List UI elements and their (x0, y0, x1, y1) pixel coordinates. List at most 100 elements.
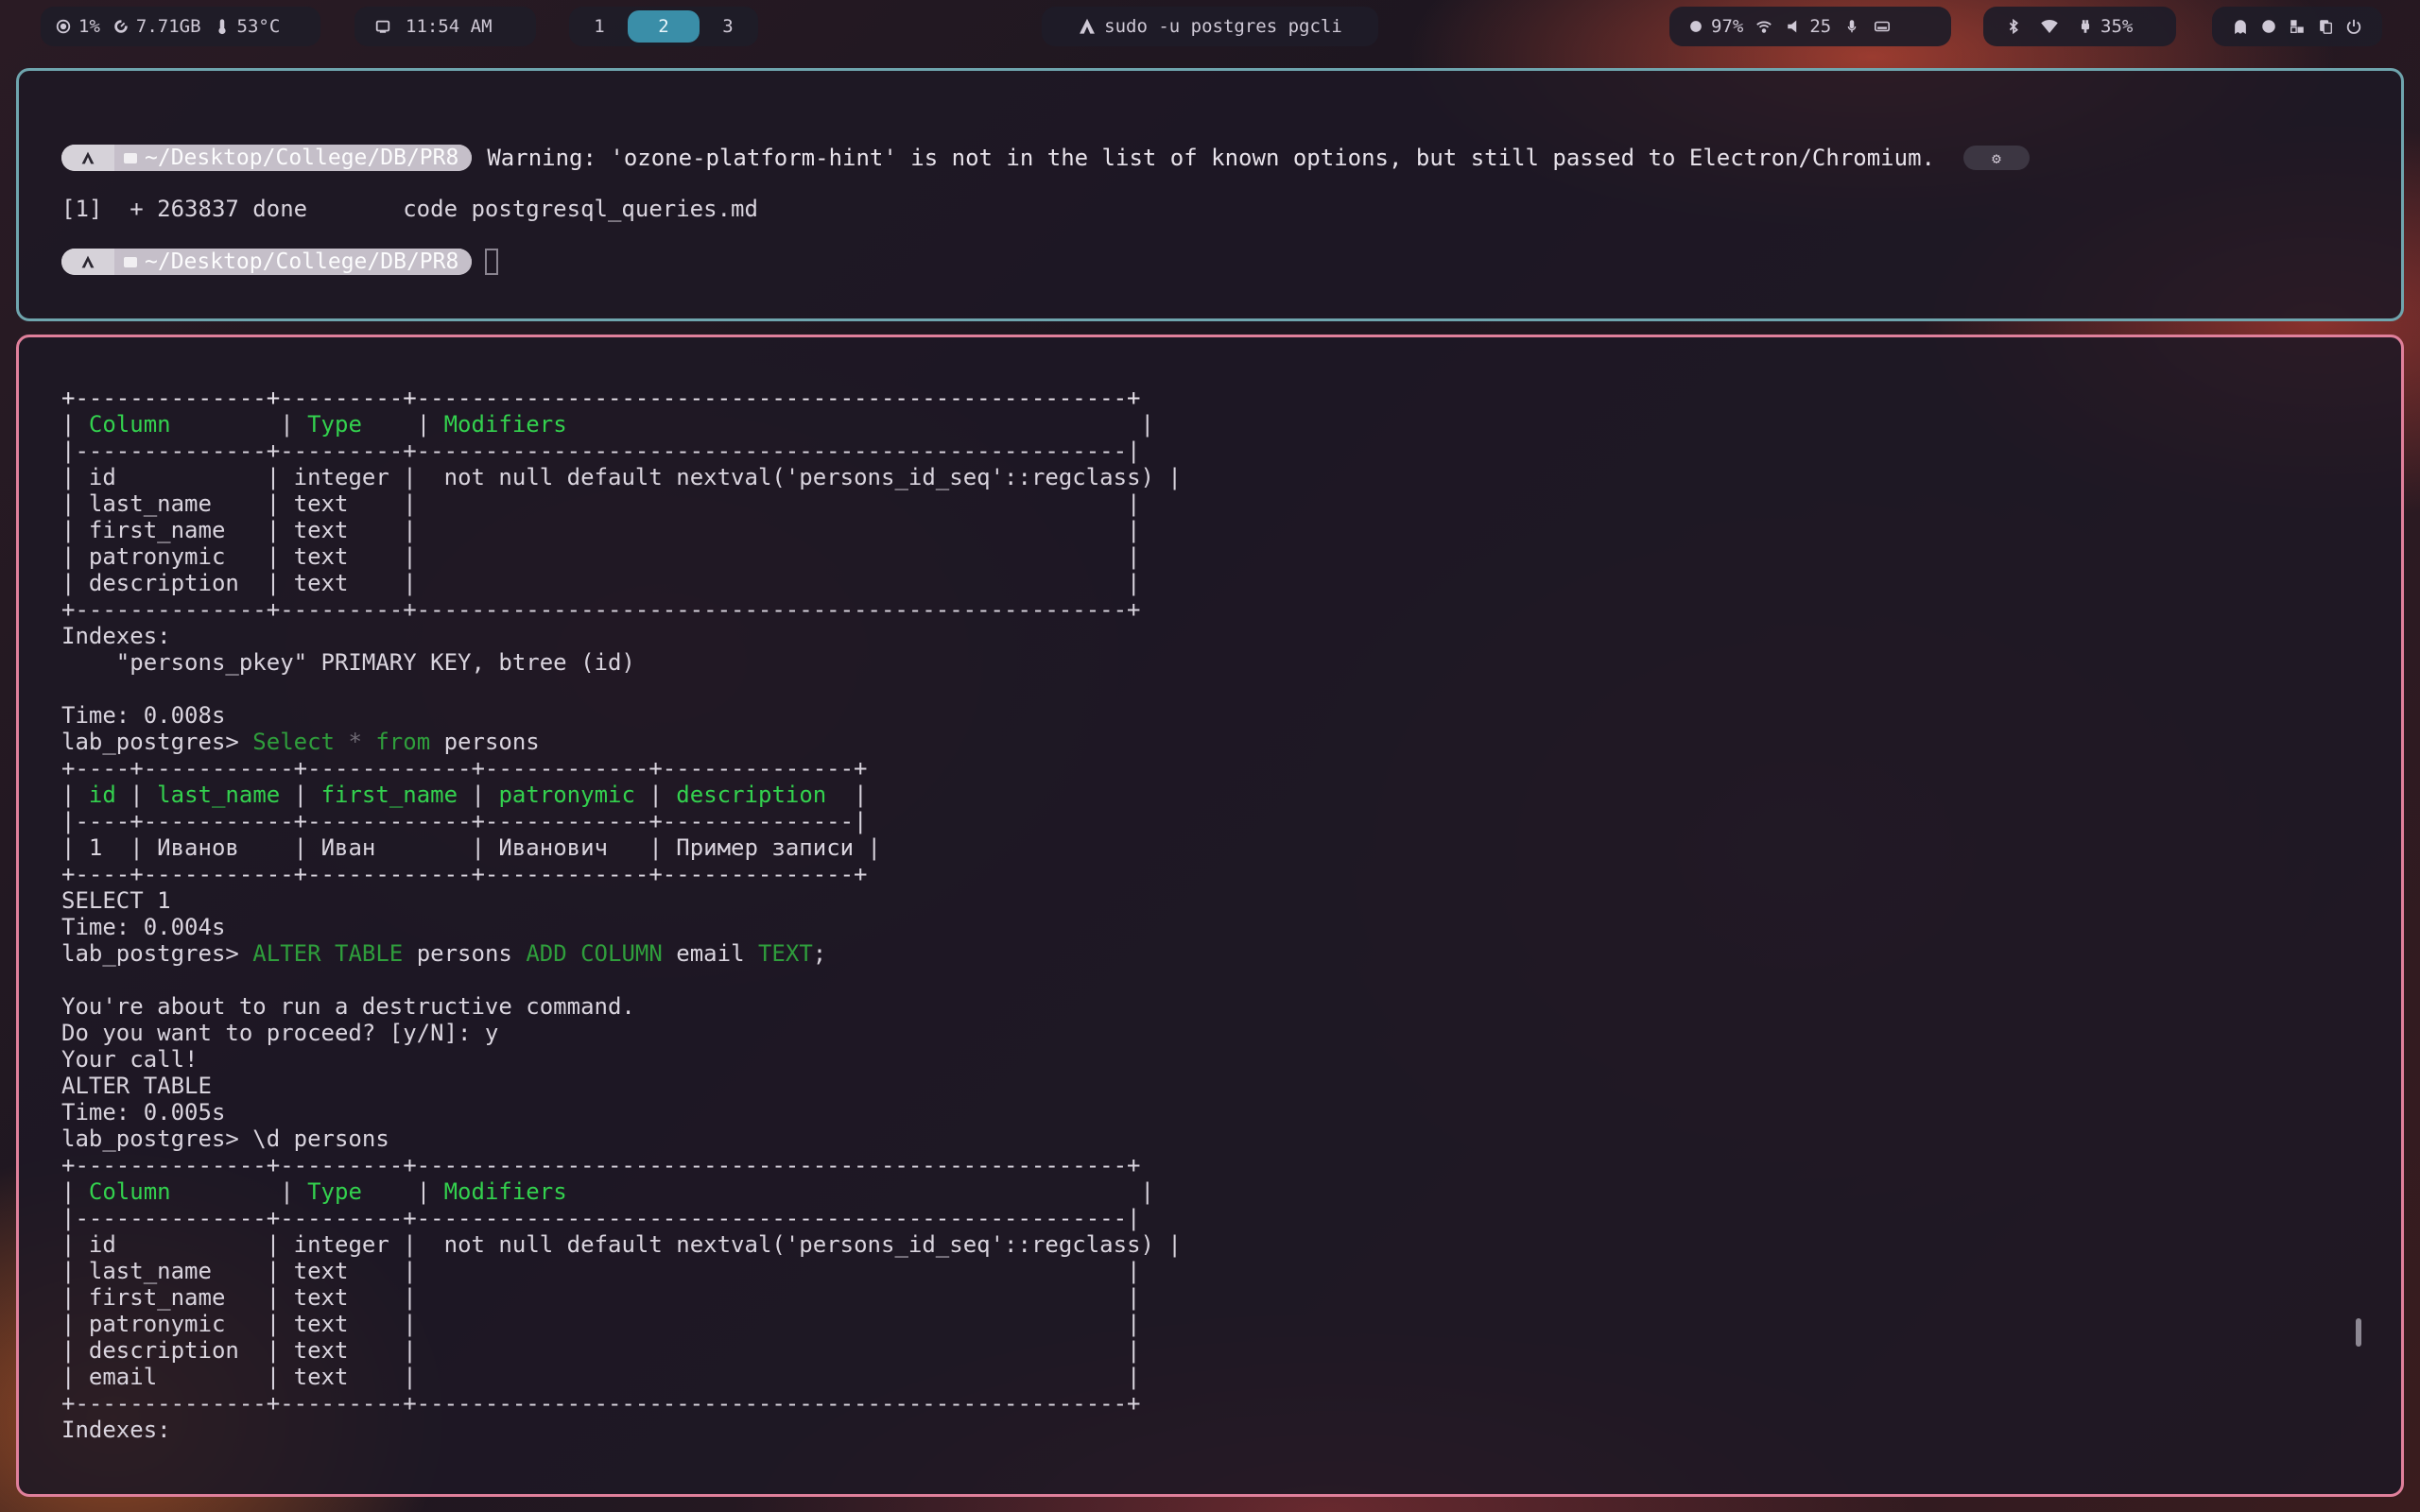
brightness-icon (1686, 17, 1705, 36)
cell: 1 (88, 834, 103, 861)
table-border-mid: |--------------+---------+--------------… (61, 438, 1141, 464)
cpu-usage: 1% (78, 16, 100, 37)
table-border-mid: |----+-----------+------------+---------… (61, 808, 868, 834)
cell: email (88, 1364, 158, 1390)
cell: integer (293, 464, 389, 490)
cell: id (88, 1231, 116, 1258)
workspace-switcher[interactable]: 1 2 3 (569, 7, 758, 46)
electron-warning: Warning: 'ozone-platform-hint' is not in… (487, 145, 1935, 171)
clock-widget[interactable]: 11:54 AM (354, 7, 536, 46)
col-header: last_name (157, 782, 281, 808)
indexes-label: Indexes: (61, 623, 171, 649)
cell: id (88, 464, 116, 490)
microphone-icon[interactable] (1842, 17, 1861, 36)
cell: patronymic (88, 1311, 226, 1337)
alter-result: ALTER TABLE (61, 1073, 212, 1099)
cpu-icon (54, 17, 73, 36)
cell: text (293, 1284, 349, 1311)
screenshot-icon[interactable] (2288, 17, 2307, 36)
cell: not null default nextval('persons_id_seq… (430, 1231, 1154, 1258)
pgcli-prompt: lab_postgres> (61, 940, 253, 967)
connectivity-widget[interactable]: 35% (1983, 7, 2176, 46)
scrollbar-thumb[interactable] (2356, 1318, 2361, 1347)
power-menu-widget[interactable] (2212, 7, 2382, 46)
cell: text (293, 490, 349, 517)
prompt-path: ~/Desktop/College/DB/PR8 (145, 249, 459, 274)
col-header: first_name (320, 782, 458, 808)
confirm-prompt: Do you want to proceed? [y/N]: y (61, 1020, 499, 1046)
cell: description (88, 570, 239, 596)
thermometer-icon (213, 17, 232, 36)
cell: text (293, 570, 349, 596)
col-header-column: Column (88, 411, 171, 438)
pgcli-output: +--------------+---------+--------------… (61, 385, 1182, 1443)
cell: first_name (88, 1284, 226, 1311)
table-border-bottom: +--------------+---------+--------------… (61, 596, 1141, 623)
cell: patronymic (88, 543, 226, 570)
temperature: 53°C (236, 16, 281, 37)
col-header-column: Column (88, 1178, 171, 1205)
table-border-bottom: +--------------+---------+--------------… (61, 1390, 1141, 1417)
col-header-modifiers: Modifiers (443, 411, 567, 438)
volume-icon[interactable] (1785, 17, 1804, 36)
active-window-title: sudo -u postgres pgcli (1042, 7, 1378, 46)
ghost-icon[interactable] (2231, 17, 2250, 36)
brightness-level: 97% (1711, 16, 1744, 37)
terminal-window-pgcli[interactable]: +--------------+---------+--------------… (16, 335, 2404, 1497)
timing-line: Time: 0.008s (61, 702, 226, 729)
arch-prompt-icon (61, 145, 114, 171)
keyboard-icon[interactable] (1873, 17, 1892, 36)
terminal-window-top[interactable]: ~/Desktop/College/DB/PR8 Warning: 'ozone… (16, 68, 2404, 321)
sql-column: email (676, 940, 745, 967)
workspace-1[interactable]: 1 (580, 10, 618, 43)
sql-keyword: TEXT (757, 940, 813, 967)
workspace-2[interactable]: 2 (628, 10, 700, 43)
system-stats-widget[interactable]: 1% 7.71GB 53°C (41, 7, 320, 46)
status-widget[interactable]: 97% 25 (1669, 7, 1951, 46)
index-line: "persons_pkey" PRIMARY KEY, btree (id) (61, 649, 635, 676)
col-header-type: Type (307, 411, 362, 438)
timing-line: Time: 0.005s (61, 1099, 226, 1125)
sql-table: persons (443, 729, 540, 755)
power-icon[interactable] (2344, 17, 2363, 36)
cell: integer (293, 1231, 389, 1258)
cell: description (88, 1337, 239, 1364)
col-header-type: Type (307, 1178, 362, 1205)
sql-keyword: from (375, 729, 431, 755)
charging-plug-icon (2076, 17, 2095, 36)
table-border-top: +----+-----------+------------+---------… (61, 755, 868, 782)
palette-icon[interactable] (2259, 17, 2278, 36)
indexes-label: Indexes: (61, 1417, 171, 1443)
sql-star: * (348, 729, 362, 755)
col-header: id (88, 782, 116, 808)
wifi-icon[interactable] (1754, 17, 1773, 36)
destructive-warning: You're about to run a destructive comman… (61, 993, 635, 1020)
arch-logo-icon (1078, 17, 1097, 36)
clipboard-icon[interactable] (2316, 17, 2335, 36)
memory-icon (112, 17, 130, 36)
window-title-text: sudo -u postgres pgcli (1104, 16, 1342, 37)
cell: not null default nextval('persons_id_seq… (430, 464, 1154, 490)
bluetooth-icon[interactable] (2004, 17, 2023, 36)
sql-keyword: ALTER TABLE (252, 940, 404, 967)
cell: text (293, 1311, 349, 1337)
cell: text (293, 543, 349, 570)
sql-semicolon: ; (812, 940, 827, 967)
sql-keyword: Select (252, 729, 335, 755)
cell: Иван (320, 834, 376, 861)
table-border-mid: |--------------+---------+--------------… (61, 1205, 1141, 1231)
cell: last_name (88, 490, 212, 517)
arch-prompt-icon (61, 249, 114, 275)
workspace-3[interactable]: 3 (709, 10, 747, 43)
col-header: patronymic (498, 782, 635, 808)
pgcli-prompt: lab_postgres> (61, 729, 253, 755)
table-border-top: +--------------+---------+--------------… (61, 385, 1141, 411)
cell: text (293, 1364, 349, 1390)
cell: text (293, 1258, 349, 1284)
wifi-signal-icon[interactable] (2040, 17, 2059, 36)
shell-prompt: ~/Desktop/College/DB/PR8 Warning: 'ozone… (61, 143, 2030, 173)
timing-line: Time: 0.004s (61, 914, 226, 940)
cell: Иванович (498, 834, 608, 861)
sql-keyword: ADD COLUMN (526, 940, 663, 967)
calendar-clock-icon (373, 17, 392, 36)
